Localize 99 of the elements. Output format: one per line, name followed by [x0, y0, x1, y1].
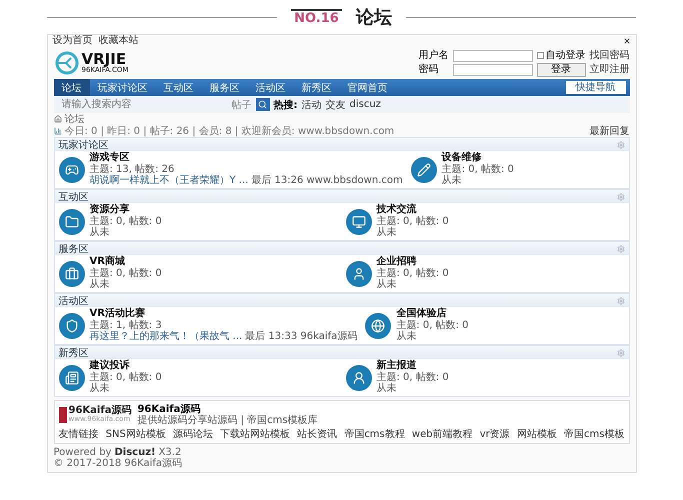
shield-icon[interactable]	[58, 312, 84, 338]
footer-logo-text: 96Kaifa源码	[68, 406, 132, 415]
last-post-info: 从未	[376, 383, 398, 395]
top-link[interactable]: 收藏本站	[98, 35, 138, 47]
article-number: NO.16	[291, 8, 342, 26]
forum-name[interactable]: VR商城	[90, 256, 162, 268]
nav-tab[interactable]: 互动区	[156, 79, 202, 96]
friend-link[interactable]: 帝国cms模板	[564, 427, 624, 441]
friend-link[interactable]: 帝国cms教程	[344, 427, 405, 441]
forgot-password-link[interactable]: 找回密码	[590, 50, 630, 62]
section-title[interactable]: 活动区	[58, 294, 88, 308]
forum-counts: 主题: 13, 帖数: 26	[90, 164, 176, 175]
section-title[interactable]: 新秀区	[58, 346, 88, 360]
home-icon[interactable]	[54, 115, 62, 123]
forum-counts: 主题: 0, 帖数: 0	[376, 216, 449, 227]
forum-counts: 主题: 0, 帖数: 0	[90, 268, 162, 279]
last-post-info: 从未	[376, 279, 398, 291]
friend-link[interactable]: vr资源	[480, 427, 510, 441]
friend-link[interactable]: 源码论坛	[172, 427, 213, 441]
username-label: 用户名	[418, 50, 448, 62]
forum-counts: 主题: 0, 帖数: 0	[376, 372, 449, 383]
globe-icon[interactable]	[365, 312, 392, 338]
forum-counts: 主题: 0, 帖数: 0	[396, 320, 468, 331]
forum-name[interactable]: 游戏专区	[90, 152, 403, 164]
forum-name[interactable]: 全国体验店	[396, 308, 468, 320]
powered-by: Powered by	[54, 447, 112, 458]
section-title[interactable]: 服务区	[58, 242, 88, 256]
username-field[interactable]	[452, 50, 532, 62]
last-post-info: 从未	[90, 279, 110, 291]
pencil-icon[interactable]	[410, 156, 437, 182]
logo-icon	[54, 50, 80, 76]
logo-icon	[58, 407, 66, 423]
quick-nav-button[interactable]: 快捷导航	[566, 81, 626, 94]
nav-tab[interactable]: 官网首页	[340, 79, 396, 96]
last-post-info: 从未	[442, 175, 463, 187]
copyright: © 2017-2018 96Kaifa源码	[54, 458, 184, 469]
last-post-info: 从未	[396, 331, 418, 343]
briefcase-icon[interactable]	[58, 260, 84, 286]
footer-site-name: 96Kaifa源码	[137, 404, 200, 415]
forum-stats: 今日: 0 | 昨日: 0 | 帖子: 26 | 会员: 8 | 欢迎新会员: www.bbsdown.com	[64, 124, 394, 138]
last-post-info: 最后 13:33 96kaifa源码	[245, 331, 358, 343]
hot-search-link[interactable]: 活动	[302, 98, 322, 112]
forum-name[interactable]: 资源分享	[90, 204, 162, 216]
register-link[interactable]: 立即注册	[590, 64, 630, 76]
hot-search-link[interactable]: 交友	[326, 98, 346, 112]
last-post-info: 最后 13:26 www.bbsdown.com	[251, 175, 403, 187]
section-title[interactable]: 玩家讨论区	[58, 138, 108, 152]
forum-counts: 主题: 0, 帖数: 0	[376, 268, 449, 279]
person-icon[interactable]	[346, 364, 372, 390]
powered-version: X3.2	[158, 447, 182, 458]
friend-link[interactable]: web前端教程	[412, 427, 473, 441]
nav-tab[interactable]: 论坛	[54, 79, 90, 96]
newspaper-icon[interactable]	[58, 364, 84, 390]
forum-counts: 主题: 0, 帖数: 0	[442, 164, 514, 175]
folder-icon[interactable]	[58, 208, 84, 234]
forum-counts: 主题: 1, 帖数: 3	[90, 320, 162, 331]
section-title[interactable]: 互动区	[58, 190, 88, 204]
hot-search-link[interactable]: discuz	[350, 99, 381, 110]
password-field[interactable]	[452, 64, 532, 76]
forum-name[interactable]: 企业招聘	[376, 256, 449, 268]
close-icon[interactable]	[622, 37, 630, 45]
article-title: 论坛	[356, 6, 392, 29]
auto-login-checkbox[interactable]: 自动登录	[536, 50, 586, 62]
nav-tab[interactable]: 新秀区	[294, 79, 340, 96]
logo-text: VRJIE	[82, 52, 126, 66]
search-button[interactable]	[256, 98, 270, 111]
breadcrumb-item[interactable]: 论坛	[64, 112, 84, 126]
gamepad-icon[interactable]	[58, 156, 84, 182]
password-label: 密码	[418, 64, 440, 76]
login-button[interactable]: 登录	[536, 62, 586, 76]
powered-brand[interactable]: Discuz!	[114, 447, 156, 458]
last-post-info: 从未	[376, 227, 398, 239]
friend-link[interactable]: 下载站网站模板	[220, 427, 290, 441]
forum-name[interactable]: VR活动比赛	[90, 308, 358, 320]
person-icon[interactable]	[346, 260, 372, 286]
friend-link[interactable]: 网站模板	[516, 427, 557, 441]
latest-replies-link[interactable]: 最新回复	[590, 124, 630, 138]
friend-link[interactable]: 站长资讯	[297, 427, 338, 441]
last-post-info: 从未	[90, 383, 110, 395]
last-post-info: 从未	[90, 227, 110, 239]
forum-name[interactable]: 新主报道	[376, 360, 449, 372]
search-field[interactable]: 请输入搜索内容	[58, 98, 228, 111]
forum-name[interactable]: 建议投诉	[90, 360, 162, 372]
forum-name[interactable]: 技术交流	[376, 204, 449, 216]
stats-icon	[54, 127, 62, 135]
monitor-icon[interactable]	[346, 208, 372, 234]
forum-counts: 主题: 0, 帖数: 0	[90, 372, 162, 383]
hot-label: 热搜:	[274, 98, 298, 112]
forum-name[interactable]: 设备维修	[442, 152, 514, 164]
footer-description: 提供站源码分享站源码 | 帝国cms模板库	[137, 415, 318, 426]
post-link[interactable]: 再这里？上的那来气！（果故气 ...	[90, 331, 242, 343]
nav-tab[interactable]: 活动区	[248, 79, 294, 96]
post-link[interactable]: 胡说啊一样就上不（王者荣耀）Y ...	[90, 175, 248, 187]
nav-tab[interactable]: 服务区	[202, 79, 248, 96]
top-link[interactable]: 设为首页	[52, 35, 92, 47]
nav-tab[interactable]: 玩家讨论区	[90, 79, 156, 96]
forum-counts: 主题: 0, 帖数: 0	[90, 216, 162, 227]
friend-link[interactable]: 友情链接	[58, 427, 98, 441]
friend-link[interactable]: SNS网站模板	[106, 427, 166, 441]
